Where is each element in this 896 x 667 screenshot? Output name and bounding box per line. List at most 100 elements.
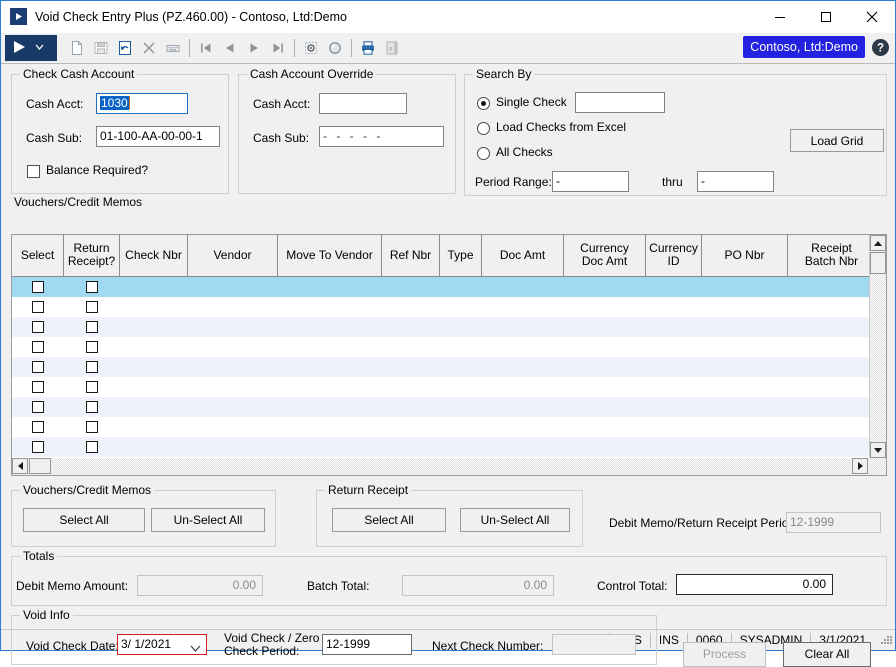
void-check-date-input[interactable]: 3/ 1/2021: [117, 634, 207, 655]
row-select-checkbox[interactable]: [32, 321, 44, 333]
table-row[interactable]: [12, 317, 886, 337]
table-cell[interactable]: [64, 437, 120, 457]
table-cell[interactable]: [702, 297, 788, 317]
table-cell[interactable]: [646, 337, 702, 357]
print-icon[interactable]: [356, 36, 380, 60]
table-cell[interactable]: [788, 317, 876, 337]
table-cell[interactable]: [382, 357, 440, 377]
return-receipt-select-all-button[interactable]: Select All: [332, 508, 446, 532]
table-row[interactable]: [12, 417, 886, 437]
row-return-receipt-checkbox[interactable]: [86, 301, 98, 313]
keyboard-icon[interactable]: [161, 36, 185, 60]
table-cell[interactable]: [482, 397, 564, 417]
grid-column-header[interactable]: Return Receipt?: [64, 235, 120, 276]
table-cell[interactable]: [482, 277, 564, 297]
table-cell[interactable]: [702, 277, 788, 297]
table-cell[interactable]: [188, 337, 278, 357]
minimize-button[interactable]: [757, 1, 803, 32]
override-cash-acct-input[interactable]: [319, 93, 407, 114]
table-cell[interactable]: [278, 437, 382, 457]
grid-column-header[interactable]: Check Nbr: [120, 235, 188, 276]
table-cell[interactable]: [382, 437, 440, 457]
resize-grip-icon[interactable]: [878, 633, 892, 647]
table-cell[interactable]: [440, 417, 482, 437]
grid-vertical-scrollbar[interactable]: [869, 235, 886, 458]
row-return-receipt-checkbox[interactable]: [86, 361, 98, 373]
table-cell[interactable]: [64, 337, 120, 357]
table-cell[interactable]: [278, 317, 382, 337]
run-icon[interactable]: [11, 39, 27, 58]
row-select-checkbox[interactable]: [32, 441, 44, 453]
table-cell[interactable]: [278, 297, 382, 317]
table-cell[interactable]: [12, 377, 64, 397]
next-record-icon[interactable]: [242, 36, 266, 60]
row-select-checkbox[interactable]: [32, 281, 44, 293]
row-select-checkbox[interactable]: [32, 301, 44, 313]
close-button[interactable]: [849, 1, 895, 32]
grid-body[interactable]: [12, 277, 886, 475]
table-cell[interactable]: [64, 317, 120, 337]
table-cell[interactable]: [278, 337, 382, 357]
company-badge[interactable]: Contoso, Ltd:Demo: [743, 36, 865, 58]
table-cell[interactable]: [120, 437, 188, 457]
table-cell[interactable]: [120, 397, 188, 417]
vouchers-un-select-all-button[interactable]: Un-Select All: [151, 508, 265, 532]
table-row[interactable]: [12, 297, 886, 317]
table-cell[interactable]: [120, 417, 188, 437]
chevron-down-icon[interactable]: [34, 41, 45, 55]
table-cell[interactable]: [278, 357, 382, 377]
last-record-icon[interactable]: [266, 36, 290, 60]
scroll-left-button[interactable]: [12, 458, 28, 474]
table-cell[interactable]: [440, 337, 482, 357]
grid-column-header[interactable]: Select: [12, 235, 64, 276]
process-button[interactable]: Process: [683, 642, 766, 667]
table-cell[interactable]: [440, 357, 482, 377]
table-cell[interactable]: [482, 437, 564, 457]
cash-acct-input[interactable]: 1030: [96, 93, 188, 114]
row-select-checkbox[interactable]: [32, 381, 44, 393]
undo-icon[interactable]: [113, 36, 137, 60]
previous-record-icon[interactable]: [218, 36, 242, 60]
row-select-checkbox[interactable]: [32, 341, 44, 353]
table-cell[interactable]: [788, 277, 876, 297]
table-cell[interactable]: [188, 417, 278, 437]
row-return-receipt-checkbox[interactable]: [86, 441, 98, 453]
delete-icon[interactable]: [137, 36, 161, 60]
table-row[interactable]: [12, 337, 886, 357]
table-cell[interactable]: [646, 377, 702, 397]
grid-column-header[interactable]: Doc Amt: [482, 235, 564, 276]
row-select-checkbox[interactable]: [32, 421, 44, 433]
row-select-checkbox[interactable]: [32, 361, 44, 373]
table-cell[interactable]: [702, 317, 788, 337]
table-cell[interactable]: [188, 277, 278, 297]
help-bubble-icon[interactable]: [323, 36, 347, 60]
table-cell[interactable]: [188, 357, 278, 377]
vouchers-select-all-button[interactable]: Select All: [23, 508, 145, 532]
table-cell[interactable]: [382, 397, 440, 417]
table-cell[interactable]: [278, 397, 382, 417]
cash-sub-input[interactable]: 01-100-AA-00-00-1: [96, 126, 220, 147]
table-cell[interactable]: [64, 377, 120, 397]
zoom-icon[interactable]: [299, 36, 323, 60]
table-cell[interactable]: [702, 437, 788, 457]
table-cell[interactable]: [702, 357, 788, 377]
table-cell[interactable]: [12, 277, 64, 297]
table-cell[interactable]: [646, 397, 702, 417]
row-return-receipt-checkbox[interactable]: [86, 401, 98, 413]
table-cell[interactable]: [12, 437, 64, 457]
table-cell[interactable]: [278, 377, 382, 397]
table-row[interactable]: [12, 277, 886, 297]
grid-column-header[interactable]: Currency ID: [646, 235, 702, 276]
table-cell[interactable]: [788, 297, 876, 317]
override-cash-sub-input[interactable]: - - - - -: [319, 126, 444, 147]
table-cell[interactable]: [788, 377, 876, 397]
table-cell[interactable]: [646, 297, 702, 317]
table-cell[interactable]: [120, 377, 188, 397]
row-select-checkbox[interactable]: [32, 401, 44, 413]
save-icon[interactable]: [89, 36, 113, 60]
table-cell[interactable]: [278, 277, 382, 297]
table-cell[interactable]: [564, 437, 646, 457]
table-cell[interactable]: [382, 417, 440, 437]
table-row[interactable]: [12, 397, 886, 417]
radio-all-checks[interactable]: [477, 147, 490, 160]
